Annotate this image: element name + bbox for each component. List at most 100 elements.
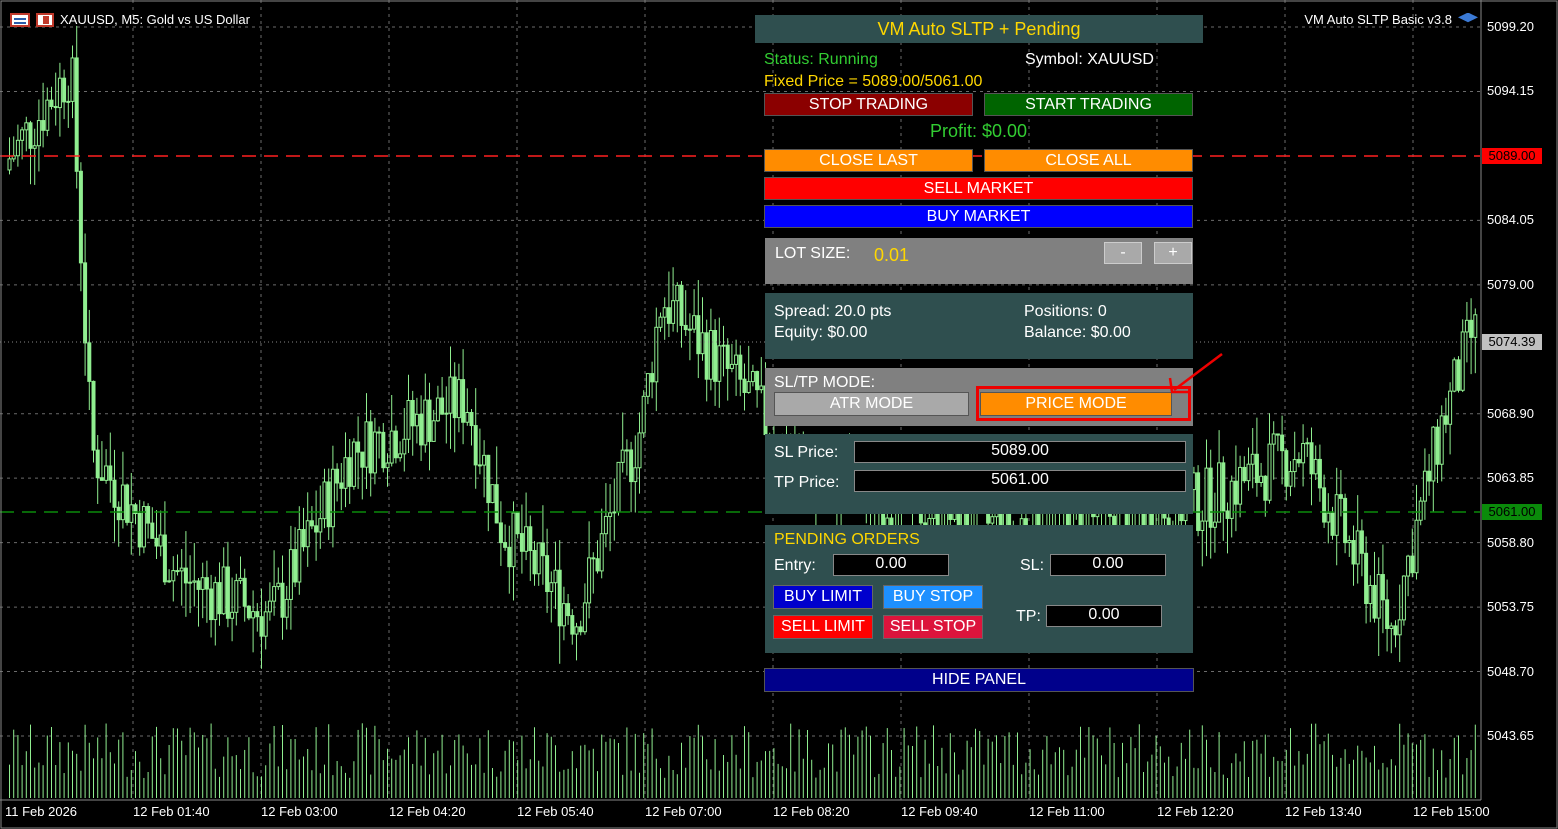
lot-increase-button[interactable]: +	[1154, 242, 1192, 264]
candle-body	[1418, 500, 1423, 521]
sell-limit-button[interactable]: SELL LIMIT	[773, 615, 873, 639]
price-axis-label: 5053.75	[1487, 599, 1534, 615]
symbol-text: Symbol: XAUUSD	[1025, 51, 1154, 68]
price-axis-label: 5099.20	[1487, 19, 1534, 34]
candle-body	[1212, 521, 1217, 528]
ea-name: VM Auto SLTP Basic v3.8	[1304, 12, 1452, 27]
candle-body	[314, 525, 319, 533]
candle-body	[662, 307, 667, 318]
candle-body	[74, 57, 79, 172]
candle-body	[360, 451, 365, 468]
positions-text: Positions: 0	[1024, 303, 1107, 320]
candle-body	[637, 432, 642, 469]
candle-body	[242, 577, 247, 607]
profit-text: Profit: $0.00	[929, 121, 1028, 141]
chart-properties-icon[interactable]	[36, 12, 54, 27]
candle-body	[683, 324, 688, 331]
hide-panel-button[interactable]: HIDE PANEL	[764, 668, 1194, 692]
sl-price-input[interactable]: 5089.00	[854, 441, 1186, 463]
candle-body	[1238, 466, 1243, 505]
candle-body	[32, 145, 37, 149]
candle-body	[213, 582, 218, 621]
candle-body	[1330, 512, 1335, 536]
candle-body	[1317, 458, 1322, 489]
candle-body	[708, 330, 713, 380]
candle-body	[557, 569, 562, 627]
candle-body	[561, 603, 566, 627]
time-axis-label: 12 Feb 12:20	[1157, 804, 1234, 819]
buy-limit-button[interactable]: BUY LIMIT	[773, 585, 873, 609]
start-trading-button[interactable]: START TRADING	[984, 93, 1193, 116]
candle-body	[1452, 359, 1457, 392]
candle-body	[452, 376, 457, 419]
candle-body	[624, 449, 629, 452]
candle-body	[267, 600, 272, 613]
stop-trading-button[interactable]: STOP TRADING	[764, 93, 973, 116]
tp-price-input[interactable]: 5061.00	[854, 470, 1186, 492]
candle-body	[62, 77, 67, 103]
candle-body	[666, 307, 671, 324]
close-last-button[interactable]: CLOSE LAST	[764, 149, 973, 172]
candle-body	[435, 397, 440, 422]
candle-body	[469, 411, 474, 427]
pending-sl-input[interactable]: 0.00	[1050, 554, 1166, 576]
candle-body	[146, 506, 151, 524]
candle-body	[7, 158, 12, 171]
candle-body	[137, 513, 142, 548]
candle-body	[347, 457, 352, 487]
sell-market-button[interactable]: SELL MARKET	[764, 177, 1193, 200]
candle-body	[414, 413, 419, 427]
pending-orders-title: PENDING ORDERS	[774, 531, 920, 548]
candle-body	[1372, 584, 1377, 619]
candle-body	[200, 577, 205, 590]
candle-body	[746, 381, 751, 393]
atr-mode-button[interactable]: ATR MODE	[774, 392, 969, 416]
candle-body	[1322, 487, 1327, 523]
candle-body	[755, 371, 760, 391]
candle-body	[234, 580, 239, 613]
candle-body	[692, 315, 697, 330]
candle-body	[524, 526, 529, 552]
candle-body	[1385, 599, 1390, 630]
graduation-cap-icon[interactable]	[1458, 12, 1478, 23]
candle-body	[179, 567, 184, 572]
candle-body	[498, 522, 503, 544]
candle-body	[1393, 625, 1398, 636]
candle-body	[1250, 453, 1255, 465]
candle-body	[1271, 433, 1276, 445]
close-all-button[interactable]: CLOSE ALL	[984, 149, 1193, 172]
candle-body	[427, 399, 432, 442]
pending-tp-input[interactable]: 0.00	[1046, 605, 1162, 627]
candle-body	[45, 99, 50, 131]
candle-body	[759, 385, 764, 391]
candle-body	[528, 526, 533, 552]
candle-body	[238, 577, 243, 582]
candle-body	[322, 481, 327, 520]
candle-body	[1469, 319, 1474, 338]
candle-body	[78, 170, 83, 264]
buy-market-button[interactable]: BUY MARKET	[764, 205, 1193, 228]
candle-body	[167, 580, 172, 583]
lot-size-value: 0.01	[874, 245, 910, 265]
candle-body	[364, 421, 369, 468]
time-axis-label: 12 Feb 04:20	[389, 804, 466, 819]
candle-body	[57, 77, 62, 109]
candle-body	[15, 139, 20, 157]
fixed-price-text: Fixed Price = 5089.00/5061.00	[764, 73, 983, 90]
candle-body	[482, 454, 487, 466]
candle-body	[1309, 442, 1314, 475]
candle-body	[578, 626, 583, 633]
sell-stop-button[interactable]: SELL STOP	[883, 615, 983, 639]
entry-input[interactable]: 0.00	[833, 554, 949, 576]
candle-body	[301, 529, 306, 548]
panel-title[interactable]: VM Auto SLTP + Pending	[755, 15, 1203, 43]
sltp-price-section: SL Price: 5089.00 TP Price: 5061.00	[765, 434, 1193, 514]
lot-decrease-button[interactable]: -	[1104, 242, 1142, 264]
pending-orders-section: PENDING ORDERS Entry: 0.00 SL: 0.00 BUY …	[765, 525, 1193, 653]
candle-body	[1422, 470, 1427, 502]
chart-menu-icon[interactable]	[10, 12, 30, 27]
candle-body	[1389, 625, 1394, 630]
candle-body	[1338, 494, 1343, 499]
candle-body	[183, 567, 188, 584]
buy-stop-button[interactable]: BUY STOP	[883, 585, 983, 609]
